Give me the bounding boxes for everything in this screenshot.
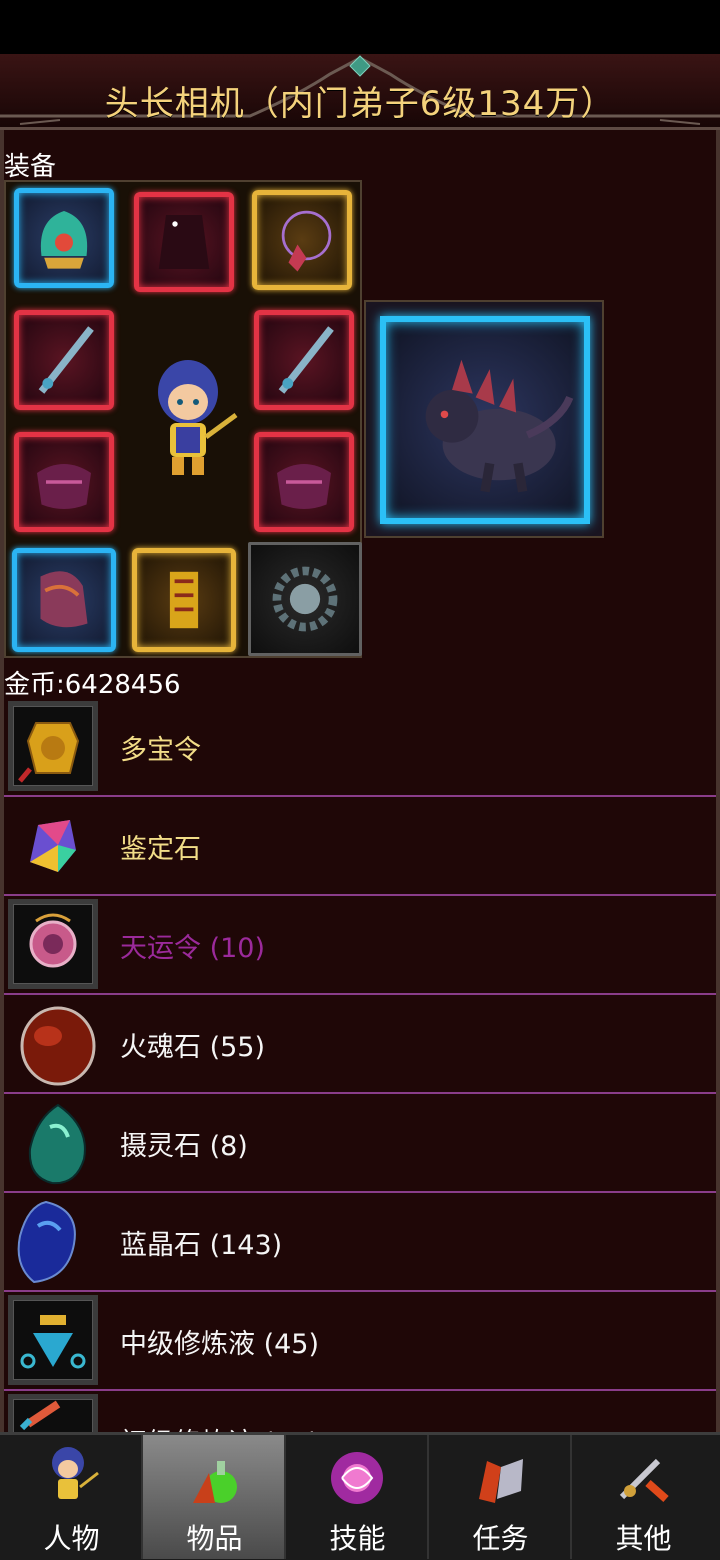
crystal-icon [8,800,98,890]
tab-label: 技能 [329,1522,386,1555]
fire-stone-icon [8,998,98,1088]
armor-icon [158,215,210,269]
equip-slot-bracer-left[interactable] [14,432,114,532]
list-item[interactable]: 天运令 (10) [4,896,716,995]
item-name: 蓝晶石 (143) [120,1230,283,1261]
green-stone-icon [8,1097,98,1187]
header: 头长相机（内门弟子6级134万） [0,54,720,130]
fortune-token-icon [8,899,98,989]
beast-pet-icon [425,359,574,493]
tab-label: 人物 [43,1522,100,1555]
list-item[interactable]: 鉴定石 [4,797,716,896]
potion-bag-icon [193,1461,237,1503]
item-name: 天运令 (10) [120,933,266,964]
skill-orb-icon [331,1452,383,1504]
brush-icon [8,1394,98,1432]
page-title: 头长相机（内门弟子6级134万） [104,84,616,124]
sword-icon [278,326,334,394]
tab-character[interactable]: 人物 [0,1435,143,1559]
bracer-icon [37,464,91,509]
list-item[interactable]: 摄灵石 (8) [4,1094,716,1193]
boots-icon [40,571,88,628]
equip-slot-amulet[interactable] [252,190,352,290]
character-icon [52,1447,99,1499]
equip-slot-bead[interactable] [248,542,362,656]
pet-slot[interactable] [380,316,590,524]
quest-icon [479,1459,523,1503]
amulet-icon [281,210,332,272]
tab-label: 任务 [472,1522,529,1555]
item-name: 中级修炼液 (45) [120,1329,320,1360]
equip-slot-bracer-right[interactable] [254,432,354,532]
bead-icon [272,566,338,632]
gold-coins: 金币:6428456 [4,670,181,700]
equipment-grid [4,180,362,658]
equip-slot-helmet[interactable] [14,188,114,288]
equipment-label: 装备 [4,152,57,182]
equip-slot-weapon-right[interactable] [254,310,354,410]
status-bar [0,0,720,54]
blue-crystal-icon [8,1196,98,1286]
tab-skills[interactable]: 技能 [286,1435,429,1559]
tab-label: 其他 [615,1522,672,1555]
tab-quests[interactable]: 任务 [429,1435,572,1559]
bracer-icon [277,464,331,509]
potion-icon [8,1295,98,1385]
equip-slot-talisman[interactable] [132,548,236,652]
list-item[interactable]: 火魂石 (55) [4,995,716,1094]
talisman-icon [169,571,199,629]
item-name: 火魂石 (55) [120,1032,266,1063]
list-item[interactable]: 中级修炼液 (45) [4,1292,716,1391]
item-name: 鉴定石 [120,834,201,865]
sword-icon [38,326,94,394]
tab-label: 物品 [186,1522,243,1555]
other-icon [619,1458,669,1502]
character-avatar [158,360,238,475]
tab-other[interactable]: 其他 [572,1435,715,1559]
helmet-icon [40,211,88,269]
list-item[interactable]: 多宝令 [4,698,716,797]
tab-items[interactable]: 物品 [143,1435,286,1559]
list-item[interactable]: 蓝晶石 (143) [4,1193,716,1292]
token-icon [8,701,98,791]
item-name: 初级修炼液 (50) [120,1421,319,1432]
equip-slot-weapon-left[interactable] [14,310,114,410]
bottom-nav: 人物 物品 技能 任务 其他 [0,1432,720,1560]
item-name: 多宝令 [120,735,201,766]
item-name: 摄灵石 (8) [120,1131,248,1162]
equip-slot-boots[interactable] [12,548,116,652]
list-item[interactable]: 初级修炼液 (50) [4,1391,716,1432]
inventory-list: 多宝令 鉴定石 天运令 (10) 火魂石 (55) 摄灵石 (8) 蓝晶石 (1… [4,698,716,1432]
equip-slot-armor[interactable] [134,192,234,292]
content-panel: 装备 金币:6428456 多宝令 鉴定石 天运令 (10) 火魂石 (55) … [0,130,720,1432]
pet-panel[interactable] [364,300,604,538]
